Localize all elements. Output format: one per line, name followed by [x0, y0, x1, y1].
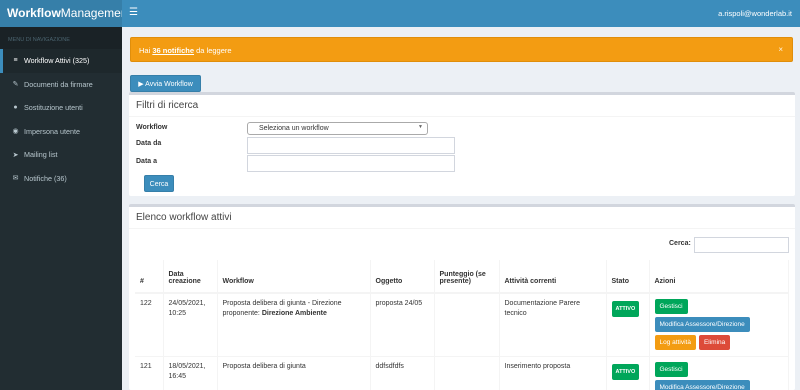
users-icon: ● — [13, 104, 18, 112]
table-row: 122 24/05/2021, 10:25 Proposta delibera … — [135, 293, 789, 357]
row-workflow: Proposta delibera di giunta — [217, 356, 371, 390]
menu-toggle-icon[interactable]: ☰ — [129, 7, 138, 18]
table-search-label: Cerca: — [669, 240, 691, 247]
edit-assessore-button[interactable]: Modifica Assessore/Direzione — [654, 379, 750, 390]
col-workflow[interactable]: Workflow — [217, 260, 371, 294]
filters-box: Filtri di ricerca Workflow Seleziona un … — [129, 92, 795, 196]
sidebar-item-workflow-attivi[interactable]: ≡ Workflow Attivi (325) — [0, 49, 122, 73]
edit-assessore-button[interactable]: Modifica Assessore/Direzione — [654, 317, 750, 332]
activity-log-button[interactable]: Log attività — [654, 335, 696, 350]
status-badge: ATTIVO — [611, 301, 640, 317]
send-icon: ➤ — [12, 151, 19, 159]
sidebar-item-impersona[interactable]: ◉ Impersona utente — [0, 120, 122, 144]
app-logo[interactable]: WorkflowManagement — [0, 0, 131, 27]
top-navbar: ☰ a.rispoli@wonderlab.it — [122, 0, 800, 27]
notification-alert: Hai 36 notifiche da leggere × — [130, 37, 793, 62]
start-workflow-button[interactable]: ▶ Avvia Workflow — [130, 75, 201, 92]
date-to-label: Data a — [136, 158, 158, 165]
tasks-icon: ≡ — [13, 57, 18, 65]
row-object: proposta 24/05 — [370, 293, 435, 357]
row-status: ATTIVO — [606, 356, 650, 390]
row-activity: Inserimento proposta — [499, 356, 607, 390]
user-menu[interactable]: a.rispoli@wonderlab.it — [718, 9, 792, 18]
envelope-icon: ✉ — [12, 175, 19, 183]
row-id: 121 — [135, 356, 164, 390]
row-score — [434, 293, 500, 357]
table-header-row: # Data creazione Workflow Oggetto Punteg… — [135, 260, 789, 294]
table-row: 121 18/05/2021, 16:45 Proposta delibera … — [135, 356, 789, 390]
col-date[interactable]: Data creazione — [163, 260, 218, 294]
nav-header: MENU DI NAVIGAZIONE — [0, 27, 122, 49]
row-status: ATTIVO — [606, 293, 650, 357]
search-button[interactable]: Cerca — [144, 175, 174, 192]
filters-title: Filtri di ricerca — [129, 95, 795, 117]
notifications-link[interactable]: 36 notifiche — [152, 46, 194, 55]
manage-button[interactable]: Gestisci — [654, 361, 688, 377]
workflow-select[interactable]: Seleziona un workflow ▼ — [247, 122, 428, 135]
workflow-list-box: Elenco workflow attivi Cerca: # Data cre… — [129, 204, 795, 390]
row-object: ddfsdfdfs — [370, 356, 435, 390]
col-id[interactable]: # — [135, 260, 164, 294]
row-actions: Gestisci Modifica Assessore/Direzione Lo… — [649, 293, 789, 357]
row-actions: Gestisci Modifica Assessore/Direzione — [649, 356, 789, 390]
sidebar-item-documenti[interactable]: ✎ Documenti da firmare — [0, 73, 122, 97]
row-activity: Documentazione Parere tecnico — [499, 293, 607, 357]
sidebar-item-mailing[interactable]: ➤ Mailing list — [0, 143, 122, 167]
row-score — [434, 356, 500, 390]
date-from-input[interactable] — [247, 137, 455, 154]
col-activity[interactable]: Attività correnti — [499, 260, 607, 294]
col-object[interactable]: Oggetto — [370, 260, 435, 294]
sidebar-item-sostituzione[interactable]: ● Sostituzione utenti — [0, 96, 122, 120]
row-workflow: Proposta delibera di giunta - Direzione … — [217, 293, 371, 357]
close-icon[interactable]: × — [778, 45, 783, 54]
edit-icon: ✎ — [12, 81, 19, 89]
col-actions: Azioni — [649, 260, 789, 294]
table-search-input[interactable] — [694, 237, 789, 253]
status-badge: ATTIVO — [611, 363, 640, 380]
row-date: 18/05/2021, 16:45 — [163, 356, 218, 390]
workflow-label: Workflow — [136, 124, 168, 131]
sidebar: WorkflowManagement MENU DI NAVIGAZIONE ≡… — [0, 0, 131, 390]
date-from-label: Data da — [136, 140, 162, 147]
chevron-down-icon: ▼ — [418, 124, 423, 130]
col-score[interactable]: Punteggio (se presente) — [434, 260, 500, 294]
row-date: 24/05/2021, 10:25 — [163, 293, 218, 357]
sidebar-item-notifiche[interactable]: ✉ Notifiche (36) — [0, 167, 122, 191]
date-to-input[interactable] — [247, 155, 455, 172]
col-status[interactable]: Stato — [606, 260, 650, 294]
eye-icon: ◉ — [12, 128, 19, 136]
row-id: 122 — [135, 293, 164, 357]
list-title: Elenco workflow attivi — [129, 207, 795, 229]
manage-button[interactable]: Gestisci — [654, 299, 688, 314]
workflow-table: # Data creazione Workflow Oggetto Punteg… — [135, 260, 789, 390]
delete-button[interactable]: Elimina — [698, 335, 731, 350]
